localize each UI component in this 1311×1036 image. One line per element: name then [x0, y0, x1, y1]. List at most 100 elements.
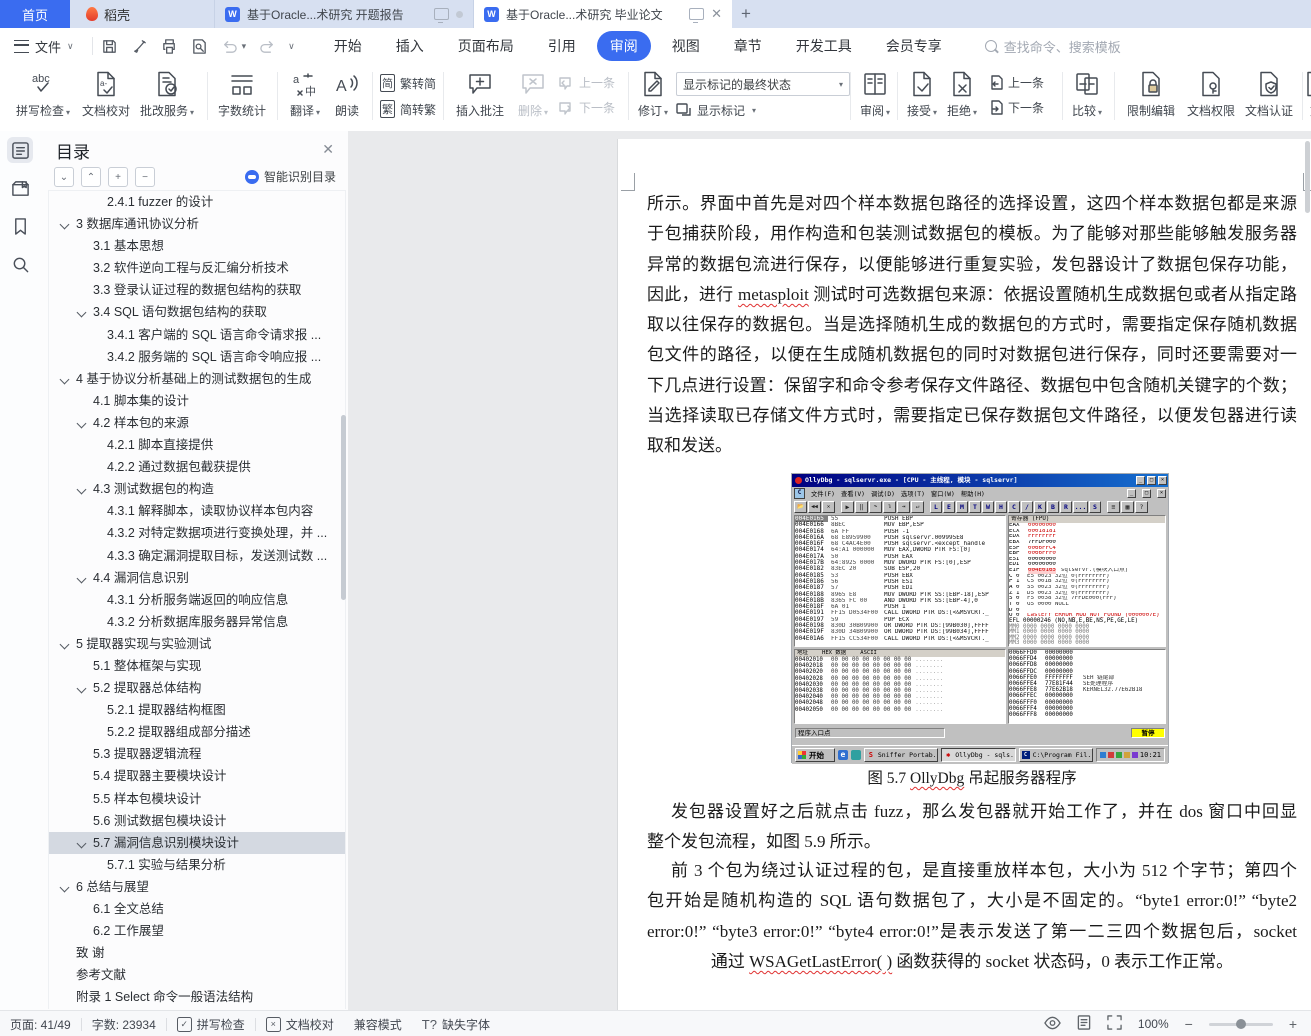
document-page[interactable]: 所示。界面中首先是对四个样本数据包路径的选择设置，这四个样本数据包都是来源 于包捕…	[617, 139, 1311, 1010]
chevron-down-icon[interactable]	[59, 639, 70, 650]
doc-proofread-button[interactable]: a- 文档校对	[79, 70, 133, 119]
toc-item[interactable]: 5.4 提取器主要模块设计	[49, 765, 345, 787]
zoom-slider[interactable]	[1208, 1019, 1273, 1029]
chevron-down-icon[interactable]	[76, 308, 87, 318]
toc-item[interactable]: 5.7 漏洞信息识别模块设计	[49, 831, 345, 854]
doc-certify-button[interactable]: 文档认证	[1241, 70, 1297, 119]
reject-button[interactable]: 拒绝 ▾	[943, 70, 981, 119]
toc-item[interactable]: 致 谢	[49, 942, 345, 964]
sidebar-chapter-button[interactable]	[7, 175, 33, 201]
trad-to-simp-button[interactable]: 简 繁转简	[380, 74, 436, 92]
ribbon-tab-页面布局[interactable]: 页面布局	[445, 31, 527, 61]
chevron-down-icon[interactable]	[76, 418, 87, 429]
compat-mode-indicator[interactable]: 兼容模式	[344, 1016, 412, 1033]
ribbon-tab-审阅[interactable]: 审阅	[596, 31, 651, 61]
review-mode-button[interactable]: 审阅 ▾	[856, 70, 894, 119]
insert-comment-button[interactable]: 插入批注	[450, 70, 510, 119]
toc-collapse-up-button[interactable]: ⌃	[81, 167, 101, 187]
close-tab-icon[interactable]: ✕	[711, 6, 722, 22]
correction-service-button[interactable]: 批改服务 ▾	[135, 70, 199, 119]
toc-item[interactable]: 4.3.2 分析数据库服务器异常信息	[49, 611, 345, 633]
toc-item[interactable]: 4.2.1 脚本直接提供	[49, 434, 345, 456]
toc-item[interactable]: 5.2.2 提取器组成部分描述	[49, 721, 345, 743]
undo-dropdown-icon[interactable]: ▾	[242, 41, 247, 52]
toc-item[interactable]: 3.2 软件逆向工程与反汇编分析技术	[49, 257, 345, 279]
toc-item[interactable]: 4.4 漏洞信息识别	[49, 567, 345, 589]
chevron-down-icon[interactable]	[76, 683, 87, 694]
print-button[interactable]	[161, 37, 179, 55]
zoom-slider-thumb[interactable]	[1235, 1019, 1246, 1029]
toc-item[interactable]: 3.1 基本思想	[49, 235, 345, 257]
toc-item[interactable]: 5.3 提取器逻辑流程	[49, 743, 345, 765]
document-tab[interactable]: W 基于Oracle...术研究 开题报告	[215, 0, 474, 28]
toc-item[interactable]: 4.3.1 解释脚本，读取协议样本包内容	[49, 500, 345, 522]
export-pdf-button[interactable]	[131, 37, 149, 55]
document-scrollbar[interactable]	[1305, 141, 1310, 213]
toc-item[interactable]: 附录 1 Select 命令一般语法结构	[49, 986, 345, 1008]
toc-item[interactable]: 4.1 脚本集的设计	[49, 390, 345, 412]
undo-button[interactable]	[221, 37, 239, 55]
toc-item[interactable]: 5.1 整体框架与实现	[49, 655, 345, 677]
chevron-down-icon[interactable]	[59, 219, 70, 230]
document-tab-active[interactable]: W 基于Oracle...术研究 毕业论文 ✕	[474, 0, 732, 28]
delete-comment-button[interactable]: 删除 ▾	[514, 70, 552, 119]
toc-item[interactable]: 5 提取器实现与实验测试	[49, 633, 345, 655]
command-search[interactable]: 查找命令、搜索模板	[984, 37, 1121, 56]
chevron-down-icon[interactable]	[76, 484, 87, 495]
file-menu[interactable]: 文件 ∨	[0, 37, 84, 56]
toc-item[interactable]: 5.6 测试数据包模块设计	[49, 810, 345, 832]
translate-button[interactable]: a中 翻译 ▾	[284, 70, 326, 119]
sidebar-toc-button[interactable]	[7, 137, 33, 163]
new-tab-button[interactable]: +	[732, 0, 760, 28]
eye-protection-icon[interactable]	[1044, 1016, 1061, 1033]
chevron-down-icon[interactable]	[76, 838, 87, 849]
toc-item[interactable]: 5.7.1 实验与结果分析	[49, 854, 345, 876]
smart-toc-button[interactable]: 智能识别目录	[244, 168, 336, 185]
toc-close-button[interactable]: ✕	[322, 141, 334, 158]
compare-button[interactable]: 比较 ▾	[1068, 70, 1106, 119]
toc-item[interactable]: 6 总结与展望	[49, 876, 345, 898]
markup-state-select[interactable]: 显示标记的最终状态 ▾	[676, 72, 850, 96]
docer-tab[interactable]: 稻壳	[70, 0, 215, 28]
toc-item[interactable]: 5.2.1 提取器结构框图	[49, 699, 345, 721]
customize-toolbar-icon[interactable]: ∨	[288, 41, 295, 52]
doc-permission-button[interactable]: 文档权限	[1183, 70, 1239, 119]
read-aloud-button[interactable]: A 朗读	[330, 70, 364, 119]
toc-item[interactable]: 6.2 工作展望	[49, 920, 345, 942]
print-preview-button[interactable]	[191, 37, 209, 55]
word-count-button[interactable]: 字数统计	[214, 70, 270, 119]
doc-proof-status[interactable]: × 文档校对	[256, 1016, 344, 1033]
zoom-value[interactable]: 100%	[1138, 1017, 1169, 1031]
ribbon-tab-会员专享[interactable]: 会员专享	[873, 31, 955, 61]
sidebar-bookmark-button[interactable]	[7, 213, 33, 239]
word-count-indicator[interactable]: 字数: 23934	[82, 1016, 166, 1033]
toc-item[interactable]: 3.4 SQL 语句数据包结构的获取	[49, 301, 345, 323]
ribbon-tab-开始[interactable]: 开始	[321, 31, 375, 61]
zoom-in-button[interactable]: +	[1289, 1017, 1297, 1031]
toc-item[interactable]: 参考文献	[49, 964, 345, 986]
simp-to-trad-button[interactable]: 繁 简转繁	[380, 100, 436, 118]
toc-expand-all-button[interactable]: +	[108, 167, 128, 187]
toc-item[interactable]: 4.3.3 确定漏洞提取目标，发送测试数 ...	[49, 545, 345, 567]
toc-item[interactable]: 6.1 全文总结	[49, 898, 345, 920]
track-changes-button[interactable]: 修订 ▾	[634, 70, 672, 119]
clipped-ribbon-item[interactable]: 文	[1306, 70, 1311, 119]
toc-collapse-all-button[interactable]: −	[135, 167, 155, 187]
ribbon-tab-引用[interactable]: 引用	[535, 31, 589, 61]
save-button[interactable]	[101, 37, 119, 55]
toc-item[interactable]: 4.3.2 对特定数据项进行变换处理，并 ...	[49, 522, 345, 544]
toc-item[interactable]: 3.3 登录认证过程的数据包结构的获取	[49, 279, 345, 301]
next-change-button[interactable]: 下一条	[988, 99, 1044, 116]
chevron-down-icon[interactable]	[59, 882, 70, 893]
spell-check-button[interactable]: abc 拼写检查 ▾	[14, 70, 72, 119]
toc-item[interactable]: 4.2 样本包的来源	[49, 412, 345, 434]
ribbon-tab-章节[interactable]: 章节	[721, 31, 775, 61]
restrict-edit-button[interactable]: 限制编辑	[1122, 70, 1180, 119]
toc-item[interactable]: 3 数据库通讯协议分析	[49, 213, 345, 235]
chevron-down-icon[interactable]	[76, 573, 87, 584]
next-comment-button[interactable]: 下一条	[558, 99, 615, 116]
toc-item[interactable]: 4.3 测试数据包的构造	[49, 478, 345, 500]
sidebar-search-button[interactable]	[7, 251, 33, 277]
page-indicator[interactable]: 页面: 41/49	[0, 1016, 81, 1033]
toc-item[interactable]: 4 基于协议分析基础上的测试数据包的生成	[49, 368, 345, 390]
